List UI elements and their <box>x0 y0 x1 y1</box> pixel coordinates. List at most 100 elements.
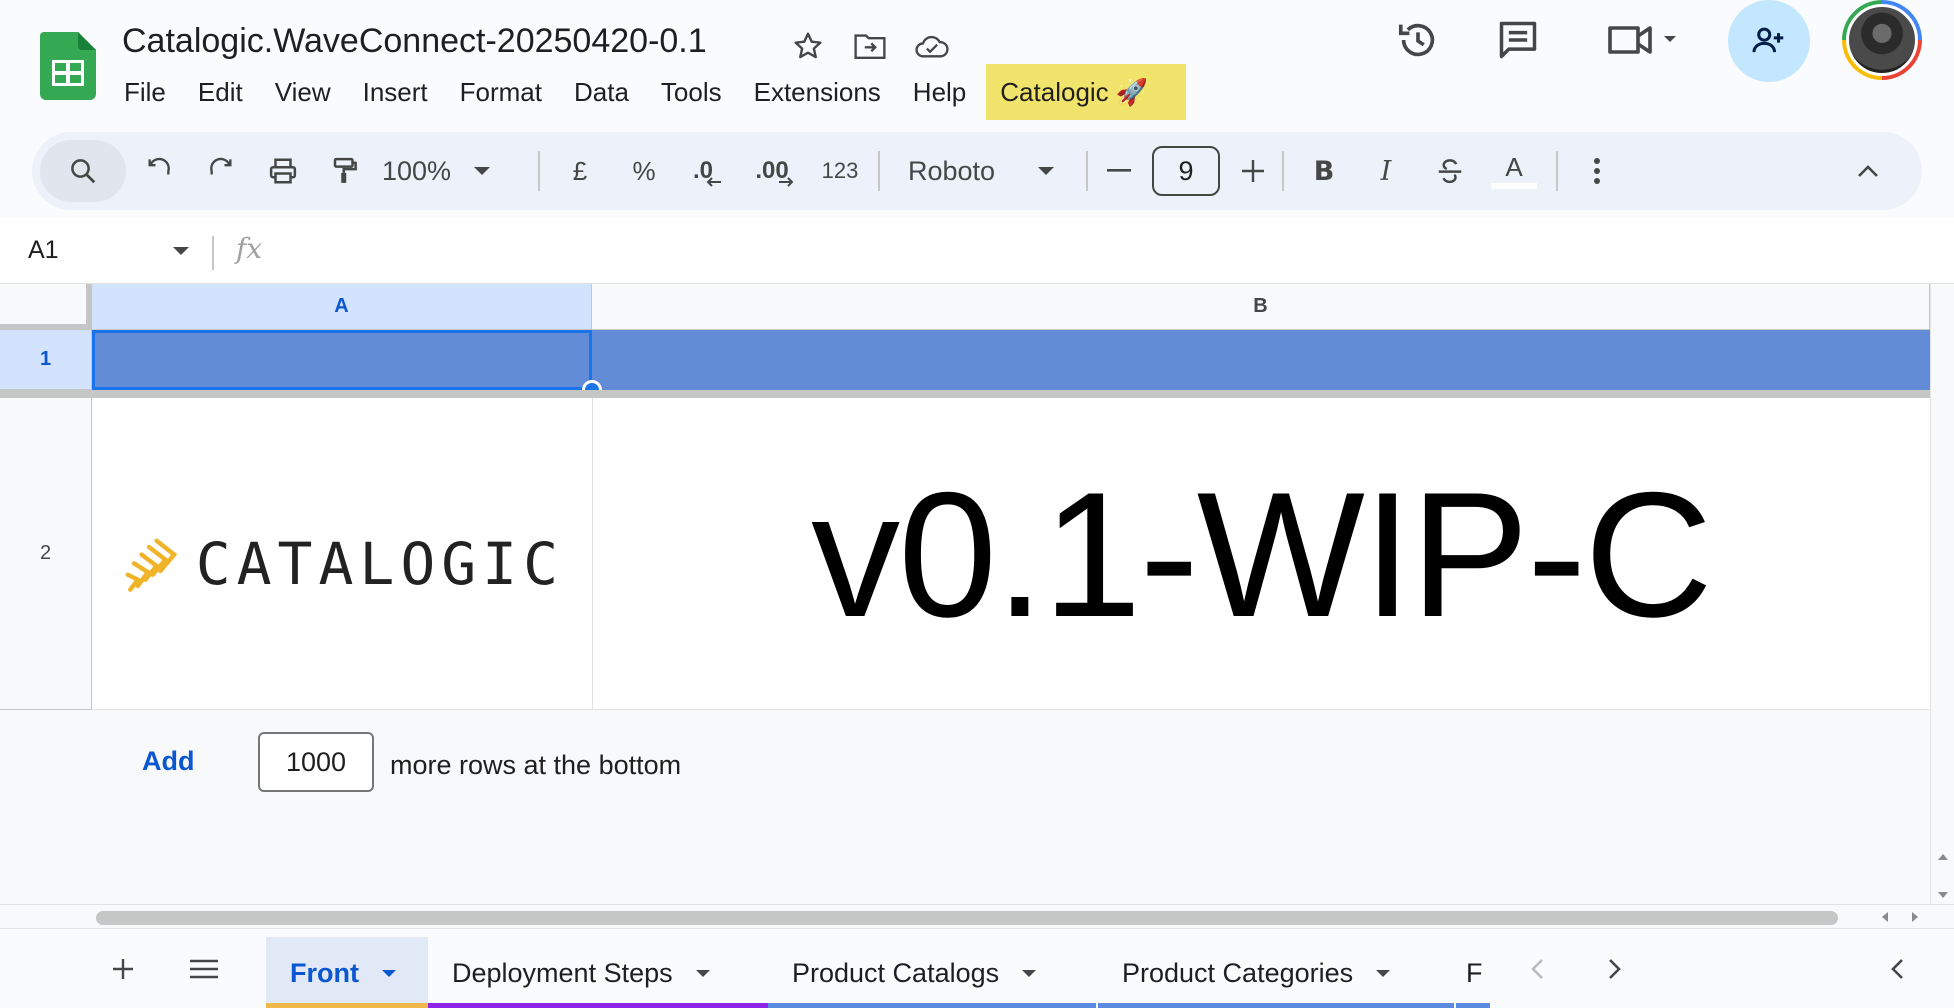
redo-icon[interactable] <box>196 132 246 210</box>
search-menus-button[interactable] <box>40 140 126 202</box>
add-sheet-button[interactable] <box>98 929 148 1008</box>
menu-icon <box>190 959 218 979</box>
scroll-down-icon <box>1938 892 1948 898</box>
format-percent-button[interactable]: % <box>618 132 670 210</box>
plus-icon <box>113 959 133 979</box>
increase-decimal-button[interactable]: .00 <box>744 132 806 210</box>
sheet-tab-label: Product Catalogs <box>792 957 1000 988</box>
chevron-down-icon <box>695 969 710 977</box>
increase-font-size-button[interactable] <box>1228 132 1278 210</box>
italic-button[interactable]: I <box>1360 132 1412 210</box>
search-icon <box>71 159 96 184</box>
column-header-a[interactable]: A <box>92 284 592 330</box>
chevron-down-icon[interactable] <box>172 246 190 256</box>
zoom-value: 100% <box>382 155 452 186</box>
menu-extensions[interactable]: Extensions <box>738 64 897 120</box>
menu-bar: File Edit View Insert Format Data Tools … <box>108 64 1187 120</box>
menu-format[interactable]: Format <box>444 64 558 120</box>
plus-icon <box>1242 160 1264 182</box>
account-avatar[interactable] <box>1842 0 1922 80</box>
cell-b2-version[interactable]: v0.1-WIP-C <box>592 398 1930 710</box>
scroll-up-icon <box>1938 854 1948 860</box>
horizontal-scrollbar[interactable] <box>0 904 1954 928</box>
strikethrough-button[interactable] <box>1424 132 1476 210</box>
strikethrough-icon <box>1438 159 1462 184</box>
menu-catalogic-addon[interactable]: Catalogic 🚀 <box>986 64 1187 120</box>
scroll-tabs-right-icon[interactable] <box>1590 929 1640 1008</box>
menu-data[interactable]: Data <box>558 64 645 120</box>
rows-count-input[interactable]: 1000 <box>258 732 374 792</box>
font-family-select[interactable]: Roboto <box>908 132 1098 210</box>
menu-edit[interactable]: Edit <box>182 64 259 120</box>
all-sheets-button[interactable] <box>176 929 232 1008</box>
font-family-value: Roboto <box>908 155 996 186</box>
side-panel-toggle-icon[interactable] <box>1872 929 1922 1008</box>
sheet-tab-product-categories[interactable]: Product Categories <box>1098 937 1454 1008</box>
scroll-tabs-left-icon[interactable] <box>1512 929 1562 1008</box>
menu-tools[interactable]: Tools <box>645 64 738 120</box>
paint-format-icon[interactable] <box>320 132 370 210</box>
chevron-down-icon <box>474 167 491 175</box>
menu-help[interactable]: Help <box>897 64 982 120</box>
print-icon[interactable] <box>258 132 308 210</box>
video-camera-icon[interactable] <box>1604 0 1684 80</box>
format-currency-button[interactable]: £ <box>554 132 606 210</box>
column-header-b[interactable]: B <box>592 284 1930 330</box>
cell-a2-catalogic-logo[interactable]: CATALOGIC <box>124 504 564 624</box>
menu-insert[interactable]: Insert <box>347 64 444 120</box>
chevron-down-icon <box>381 969 396 977</box>
function-icon: fx <box>236 232 263 265</box>
font-size-input[interactable]: 9 <box>1152 146 1220 196</box>
sheet-tabs-bar: Front Deployment Steps Product Catalogs … <box>0 928 1954 1008</box>
collapse-menus-icon[interactable] <box>1842 132 1894 210</box>
decrease-font-size-button[interactable] <box>1094 132 1144 210</box>
number-format-button[interactable]: 123 <box>810 132 870 210</box>
arrow-left-icon <box>706 177 721 187</box>
version-history-icon[interactable] <box>1392 0 1444 80</box>
menu-file[interactable]: File <box>108 64 182 120</box>
move-to-folder-icon[interactable] <box>852 28 888 64</box>
sheet-tabs: Front Deployment Steps Product Catalogs … <box>266 929 1490 1008</box>
sheet-tab-label: Product Categories <box>1122 957 1354 988</box>
vertical-scrollbar[interactable] <box>1930 284 1954 928</box>
selected-cell-a1[interactable] <box>92 330 592 390</box>
decrease-decimal-button[interactable]: .0 <box>680 132 736 210</box>
bold-button[interactable]: B <box>1298 132 1350 210</box>
text-color-button[interactable]: A <box>1488 132 1540 210</box>
zoom-select[interactable]: 100% <box>382 132 510 210</box>
name-box[interactable]: A1 <box>28 236 59 265</box>
menu-view[interactable]: View <box>259 64 347 120</box>
more-options-icon[interactable] <box>1572 132 1622 210</box>
scroll-right-icon <box>1912 912 1918 922</box>
google-sheets-icon[interactable] <box>40 32 96 100</box>
minus-icon <box>1107 169 1131 172</box>
undo-icon[interactable] <box>134 132 184 210</box>
sheet-tab-deployment-steps[interactable]: Deployment Steps <box>428 937 768 1008</box>
select-all-corner[interactable] <box>0 284 92 330</box>
add-rows-button[interactable]: Add <box>142 746 194 777</box>
chevron-down-icon <box>1376 969 1391 977</box>
person-add-icon <box>1752 27 1784 53</box>
frozen-row-divider[interactable] <box>0 390 1930 398</box>
horizontal-scroll-thumb[interactable] <box>96 911 1838 925</box>
chevron-down-icon <box>1022 969 1037 977</box>
sheet-tab-truncated[interactable]: F <box>1456 937 1490 1008</box>
comments-icon[interactable] <box>1492 0 1544 80</box>
sheet-tab-label: F <box>1466 957 1483 988</box>
arrow-right-icon <box>778 177 794 187</box>
star-icon[interactable] <box>790 28 826 64</box>
catalogic-logo-text: CATALOGIC <box>195 530 564 598</box>
spreadsheet-grid: A B 1 2 CATALOGIC v0.1-WIP-C Add 1000 mo… <box>0 284 1954 928</box>
formula-bar: A1 fx <box>0 218 1954 284</box>
share-button[interactable] <box>1728 0 1810 82</box>
title-bar: Catalogic.WaveConnect-20250420-0.1 File … <box>0 0 1954 128</box>
toolbar: 100% £ % .0 .00 123 Roboto 9 B I A <box>32 132 1922 210</box>
add-rows-label: more rows at the bottom <box>390 750 682 780</box>
document-title[interactable]: Catalogic.WaveConnect-20250420-0.1 <box>122 22 707 61</box>
row-header-2[interactable]: 2 <box>0 398 92 710</box>
row-header-1[interactable]: 1 <box>0 330 92 390</box>
sheet-tab-front[interactable]: Front <box>266 937 428 1008</box>
scroll-left-icon <box>1882 912 1888 922</box>
sheet-tab-product-catalogs[interactable]: Product Catalogs <box>768 937 1096 1008</box>
cloud-saved-icon[interactable] <box>914 28 950 64</box>
